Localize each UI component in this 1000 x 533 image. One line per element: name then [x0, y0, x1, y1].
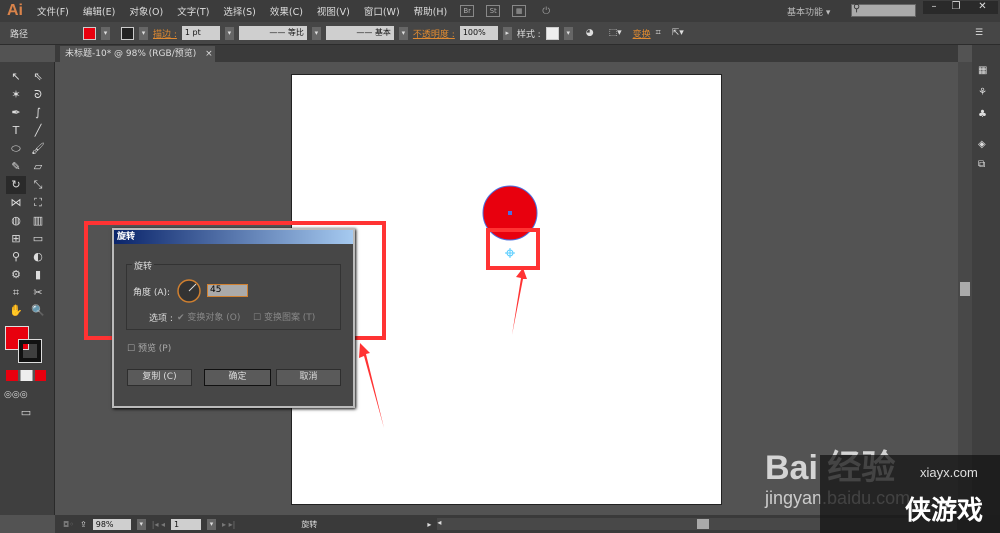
- angle-dial[interactable]: [177, 279, 201, 303]
- vertical-scrollbar[interactable]: [958, 62, 972, 515]
- angle-label: 角度 (A):: [133, 288, 171, 298]
- next-artboard-button[interactable]: ▸ ▸|: [222, 520, 235, 529]
- right-panel-dock: ▦ ⚘ ♣ ◈ ⧉: [972, 45, 1000, 515]
- group-label: 旋转: [132, 259, 155, 272]
- transform-patterns-checkbox[interactable]: ☐ 变换图案 (T): [253, 310, 315, 323]
- artboard-number-field[interactable]: 1: [171, 518, 202, 530]
- h-scroll-thumb[interactable]: [697, 519, 710, 529]
- gpu-preview-icon[interactable]: ◘◦: [63, 520, 74, 529]
- zoom-field[interactable]: 98%: [92, 518, 131, 530]
- rotation-origin-icon[interactable]: [505, 248, 515, 258]
- site-name: 侠游戏: [905, 495, 984, 525]
- cancel-button[interactable]: 取消: [276, 369, 341, 386]
- dialog-title: 旋转: [114, 230, 353, 244]
- first-artboard-button[interactable]: |◂ ◂: [152, 520, 165, 529]
- zoom-dropdown[interactable]: ▾: [136, 518, 146, 530]
- artboard-dropdown[interactable]: ▾: [207, 518, 217, 530]
- symbols-panel-icon[interactable]: ♣: [978, 109, 987, 120]
- scroll-thumb[interactable]: [960, 282, 970, 296]
- brushes-panel-icon[interactable]: ⚘: [978, 87, 987, 98]
- copy-button[interactable]: 复制 (C): [127, 369, 192, 386]
- current-tool-status: 旋转: [301, 519, 318, 529]
- rotate-dialog: 旋转 旋转 角度 (A): 45 选项 : ✔ 变换对象 (O) ☐ 变换图案 …: [112, 228, 355, 408]
- annotation-arrow-dialog: [359, 343, 384, 428]
- ok-button[interactable]: 确定: [204, 369, 271, 386]
- layers-panel-icon[interactable]: ◈: [978, 139, 986, 150]
- preview-checkbox[interactable]: ☐ 预览 (P): [127, 341, 171, 354]
- transform-objects-checkbox[interactable]: ✔ 变换对象 (O): [177, 310, 240, 323]
- site-url: xiayx.com: [920, 465, 978, 480]
- status-menu-button[interactable]: ▸: [427, 520, 431, 529]
- angle-input[interactable]: 45: [207, 284, 248, 297]
- share-icon[interactable]: ⇪: [80, 520, 87, 529]
- center-point: [508, 211, 512, 215]
- options-label: 选项 :: [149, 314, 173, 324]
- annotation-arrow-origin: [512, 268, 527, 335]
- artboards-panel-icon[interactable]: ⧉: [978, 159, 985, 170]
- color-panel-icon[interactable]: ▦: [978, 65, 987, 76]
